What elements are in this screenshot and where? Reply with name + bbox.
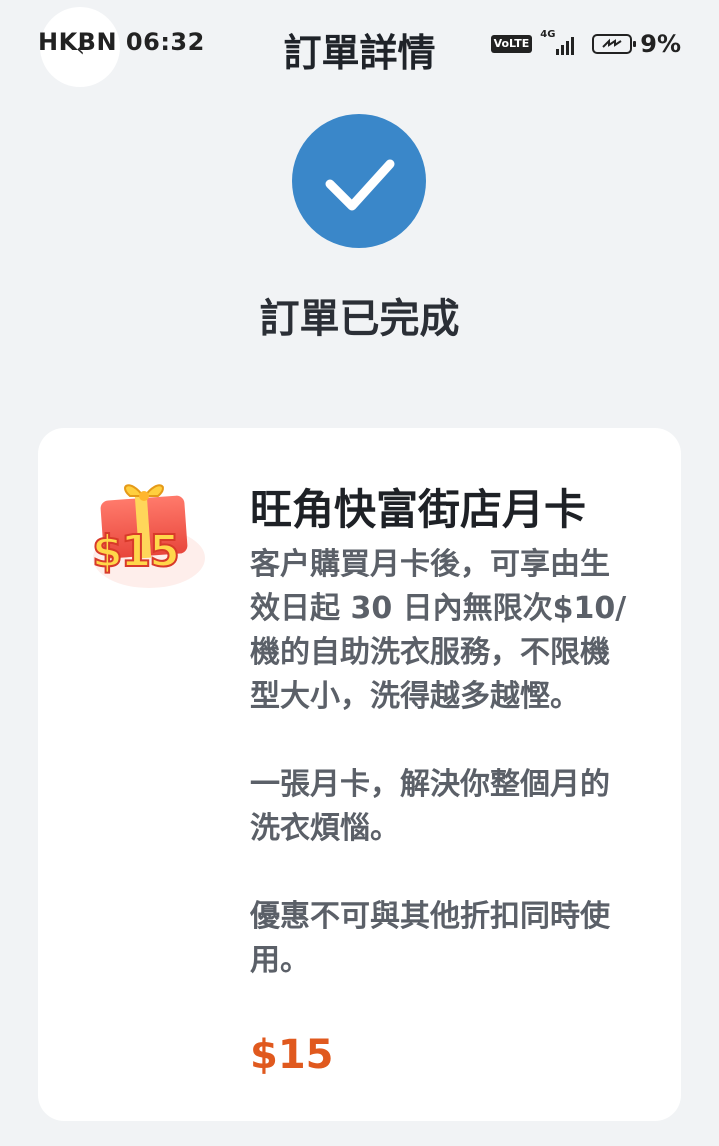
product-title: 旺角快富街店月卡 [250, 485, 587, 534]
description-paragraph: 客户購買月卡後，可享由生效日起 30 日內無限次$10/機的自助洗衣服務，不限機… [250, 547, 627, 714]
description-paragraph: 優惠不可與其他折扣同時使用。 [250, 899, 610, 978]
product-card: $15 旺角快富街店月卡 客户購買月卡後，可享由生效日起 30 日內無限次$10… [38, 428, 681, 1121]
battery-percent: 9% [640, 30, 681, 58]
network-type: 4G [540, 29, 556, 40]
product-price: $15 [250, 1032, 334, 1078]
battery-icon [592, 34, 637, 54]
product-description: 客户購買月卡後，可享由生效日起 30 日內無限次$10/機的自助洗衣服務，不限機… [250, 543, 630, 983]
success-check-icon [292, 114, 426, 248]
volte-icon: VoLTE [490, 35, 533, 53]
gift-badge-text: $15 [91, 525, 181, 578]
status-bar: ‹ HKBN 06:32 訂單詳情 VoLTE 4G 9% [0, 0, 719, 90]
description-paragraph: 一張月卡，解決你整個月的洗衣煩惱。 [250, 767, 610, 846]
system-icons: VoLTE 4G 9% [490, 29, 681, 58]
order-status-text: 訂單已完成 [259, 296, 460, 342]
signal-icon: 4G [540, 29, 575, 55]
gift-voucher-icon: $15 [90, 476, 208, 594]
